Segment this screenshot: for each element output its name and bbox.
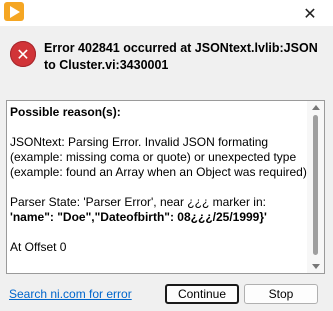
reason-text-box[interactable]: Possible reason(s): JSONtext: Parsing Er… (6, 100, 325, 274)
continue-button[interactable]: Continue (165, 284, 239, 304)
parser-snippet: 'name": "Doe","Dateofbirth": 08¿¿¿/25/19… (10, 210, 267, 224)
vertical-scrollbar[interactable] (307, 101, 324, 273)
scroll-up-icon[interactable] (312, 105, 320, 110)
search-ni-link[interactable]: Search ni.com for error (9, 287, 132, 301)
error-headline: Error 402841 occurred at JSONtext.lvlib:… (44, 41, 318, 72)
labview-app-icon (4, 2, 24, 21)
stop-button[interactable]: Stop (244, 284, 318, 304)
reason-description: JSONtext: Parsing Error. Invalid JSON fo… (10, 135, 307, 179)
close-icon: ✕ (303, 3, 317, 23)
scroll-thumb[interactable] (313, 115, 318, 255)
parser-state: Parser State: 'Parser Error', near ¿¿¿ m… (10, 195, 266, 209)
reason-title: Possible reason(s): (10, 105, 121, 119)
error-icon: ✕ (10, 41, 36, 67)
offset-text: At Offset 0 (10, 240, 67, 254)
scroll-down-icon[interactable] (312, 264, 320, 269)
close-button[interactable]: ✕ (287, 0, 333, 26)
reason-text: Possible reason(s): JSONtext: Parsing Er… (10, 105, 308, 255)
title-bar: ✕ (0, 0, 333, 26)
